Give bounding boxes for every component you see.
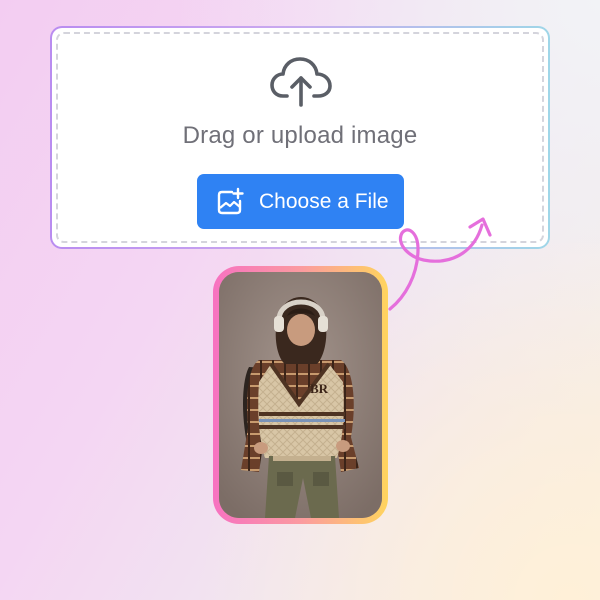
uploaded-photo-frame: BR <box>213 266 388 524</box>
upload-prompt: Drag or upload image <box>182 122 418 149</box>
svg-text:BR: BR <box>310 381 329 396</box>
choose-file-label: Choose a File <box>259 189 389 213</box>
add-image-icon <box>217 187 244 214</box>
uploaded-photo: BR <box>219 272 382 518</box>
choose-file-button[interactable]: Choose a File <box>197 174 404 229</box>
cloud-upload-icon <box>270 57 332 107</box>
curved-arrow-icon <box>388 217 492 311</box>
